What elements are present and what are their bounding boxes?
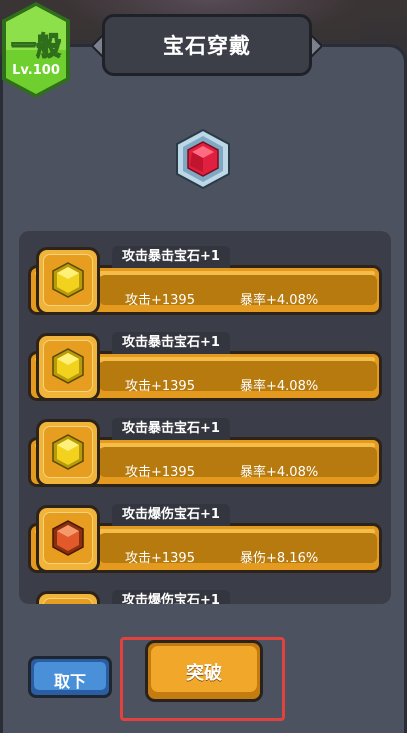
gem-row[interactable]: 攻击爆伤宝石+1 bbox=[19, 575, 391, 604]
gem-row[interactable]: 攻击爆伤宝石+1 攻击+1395 暴伤+8.16% bbox=[19, 489, 391, 575]
gem-icon-frame bbox=[36, 333, 100, 401]
gem-icon-frame bbox=[36, 419, 100, 487]
gem-attack-stat: 攻击+1395 bbox=[125, 293, 195, 308]
gem-row[interactable]: 攻击暴击宝石+1 攻击+1395 暴率+4.08% bbox=[19, 231, 391, 317]
gem-row[interactable]: 攻击暴击宝石+1 攻击+1395 暴率+4.08% bbox=[19, 317, 391, 403]
gem-attack-stat: 攻击+1395 bbox=[125, 379, 195, 394]
gem-icon-frame bbox=[36, 591, 100, 604]
gem-attack-stat: 攻击+1395 bbox=[125, 465, 195, 480]
gem-name: 攻击爆伤宝石+1 bbox=[112, 504, 230, 526]
page-title: 宝石穿戴 bbox=[163, 34, 251, 58]
gem-name: 攻击爆伤宝石+1 bbox=[112, 590, 230, 604]
gem-bonus-stat: 暴率+4.08% bbox=[240, 465, 319, 480]
gem-row[interactable]: 攻击暴击宝石+1 攻击+1395 暴率+4.08% bbox=[19, 403, 391, 489]
yellow-gem-icon bbox=[52, 348, 84, 384]
gem-bonus-stat: 暴率+4.08% bbox=[240, 379, 319, 394]
equipped-gem-slot[interactable] bbox=[172, 128, 234, 190]
gem-bonus-stat: 暴率+4.08% bbox=[240, 293, 319, 308]
red-gem-icon bbox=[176, 128, 230, 190]
breakthrough-button-label: 突破 bbox=[186, 663, 222, 684]
breakthrough-button[interactable]: 突破 bbox=[145, 640, 263, 702]
rarity-badge: 一般 Lv.100 bbox=[0, 0, 72, 100]
gem-icon-frame bbox=[36, 505, 100, 573]
gem-icon-frame bbox=[36, 247, 100, 315]
orange-gem-icon bbox=[52, 520, 84, 556]
gem-name: 攻击暴击宝石+1 bbox=[112, 332, 230, 354]
gem-attack-stat: 攻击+1395 bbox=[125, 551, 195, 566]
title-banner: 宝石穿戴 bbox=[92, 14, 322, 78]
yellow-gem-icon bbox=[52, 262, 84, 298]
yellow-gem-icon bbox=[52, 434, 84, 470]
level-label: Lv.100 bbox=[12, 63, 60, 78]
gem-list[interactable]: 攻击暴击宝石+1 攻击+1395 暴率+4.08% 攻击暴击宝石+1 攻击+13… bbox=[19, 231, 391, 604]
remove-button-label: 取下 bbox=[53, 672, 86, 691]
gem-name: 攻击暴击宝石+1 bbox=[112, 418, 230, 440]
gem-name: 攻击暴击宝石+1 bbox=[112, 246, 230, 268]
gem-bonus-stat: 暴伤+8.16% bbox=[240, 551, 319, 566]
remove-button[interactable]: 取下 bbox=[28, 656, 112, 698]
rarity-label: 一般 bbox=[10, 31, 61, 61]
